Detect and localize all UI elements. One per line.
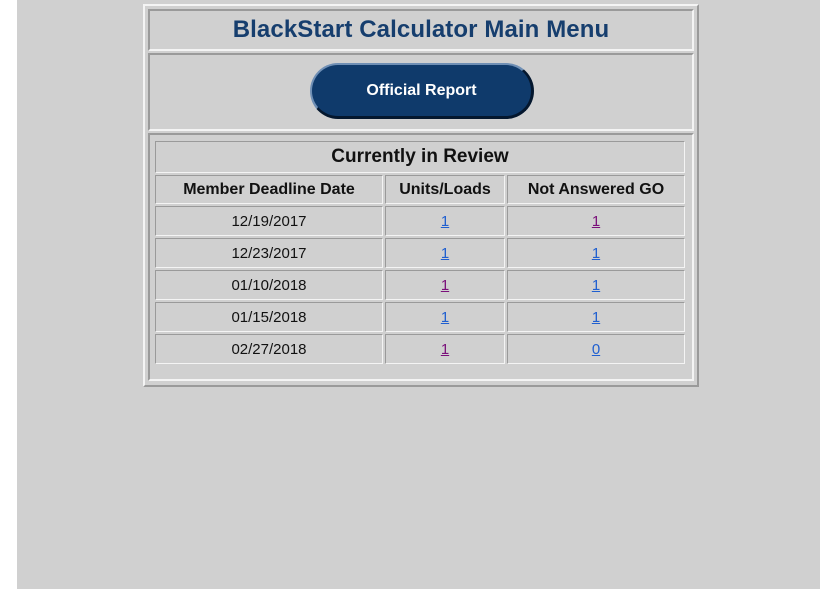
table-row: 01/10/2018 1 1 bbox=[155, 270, 685, 300]
not-answered-go-link[interactable]: 1 bbox=[592, 309, 600, 326]
column-header-units-loads: Units/Loads bbox=[385, 175, 505, 204]
table-row: 12/23/2017 1 1 bbox=[155, 238, 685, 268]
not-answered-go-link[interactable]: 1 bbox=[592, 213, 600, 230]
units-loads-cell: 1 bbox=[385, 334, 505, 364]
deadline-date-cell: 01/10/2018 bbox=[155, 270, 383, 300]
official-report-button[interactable]: Official Report bbox=[310, 63, 534, 119]
deadline-date-cell: 02/27/2018 bbox=[155, 334, 383, 364]
not-answered-go-cell: 1 bbox=[507, 302, 685, 332]
review-table: Currently in Review Member Deadline Date… bbox=[153, 139, 687, 366]
units-loads-link[interactable]: 1 bbox=[441, 277, 449, 294]
page-title: BlackStart Calculator Main Menu bbox=[232, 16, 610, 43]
not-answered-go-link[interactable]: 1 bbox=[592, 277, 600, 294]
column-header-deadline-date: Member Deadline Date bbox=[155, 175, 383, 204]
units-loads-link[interactable]: 1 bbox=[441, 245, 449, 262]
table-row: 02/27/2018 1 0 bbox=[155, 334, 685, 364]
deadline-date-cell: 12/23/2017 bbox=[155, 238, 383, 268]
not-answered-go-cell: 0 bbox=[507, 334, 685, 364]
table-row: 01/15/2018 1 1 bbox=[155, 302, 685, 332]
not-answered-go-link[interactable]: 1 bbox=[592, 245, 600, 262]
title-cell: BlackStart Calculator Main Menu bbox=[148, 9, 694, 51]
units-loads-link[interactable]: 1 bbox=[441, 309, 449, 326]
not-answered-go-cell: 1 bbox=[507, 270, 685, 300]
not-answered-go-cell: 1 bbox=[507, 206, 685, 236]
units-loads-cell: 1 bbox=[385, 238, 505, 268]
units-loads-link[interactable]: 1 bbox=[441, 341, 449, 358]
units-loads-cell: 1 bbox=[385, 270, 505, 300]
not-answered-go-link[interactable]: 0 bbox=[592, 341, 600, 358]
deadline-date-cell: 01/15/2018 bbox=[155, 302, 383, 332]
units-loads-cell: 1 bbox=[385, 302, 505, 332]
review-section: Currently in Review Member Deadline Date… bbox=[148, 133, 694, 381]
main-menu-panel: BlackStart Calculator Main Menu Official… bbox=[143, 4, 699, 387]
deadline-date-cell: 12/19/2017 bbox=[155, 206, 383, 236]
not-answered-go-cell: 1 bbox=[507, 238, 685, 268]
table-row: 12/19/2017 1 1 bbox=[155, 206, 685, 236]
units-loads-link[interactable]: 1 bbox=[441, 213, 449, 230]
column-header-not-answered-go: Not Answered GO bbox=[507, 175, 685, 204]
button-cell: Official Report bbox=[148, 53, 694, 131]
units-loads-cell: 1 bbox=[385, 206, 505, 236]
review-caption: Currently in Review bbox=[155, 141, 685, 173]
